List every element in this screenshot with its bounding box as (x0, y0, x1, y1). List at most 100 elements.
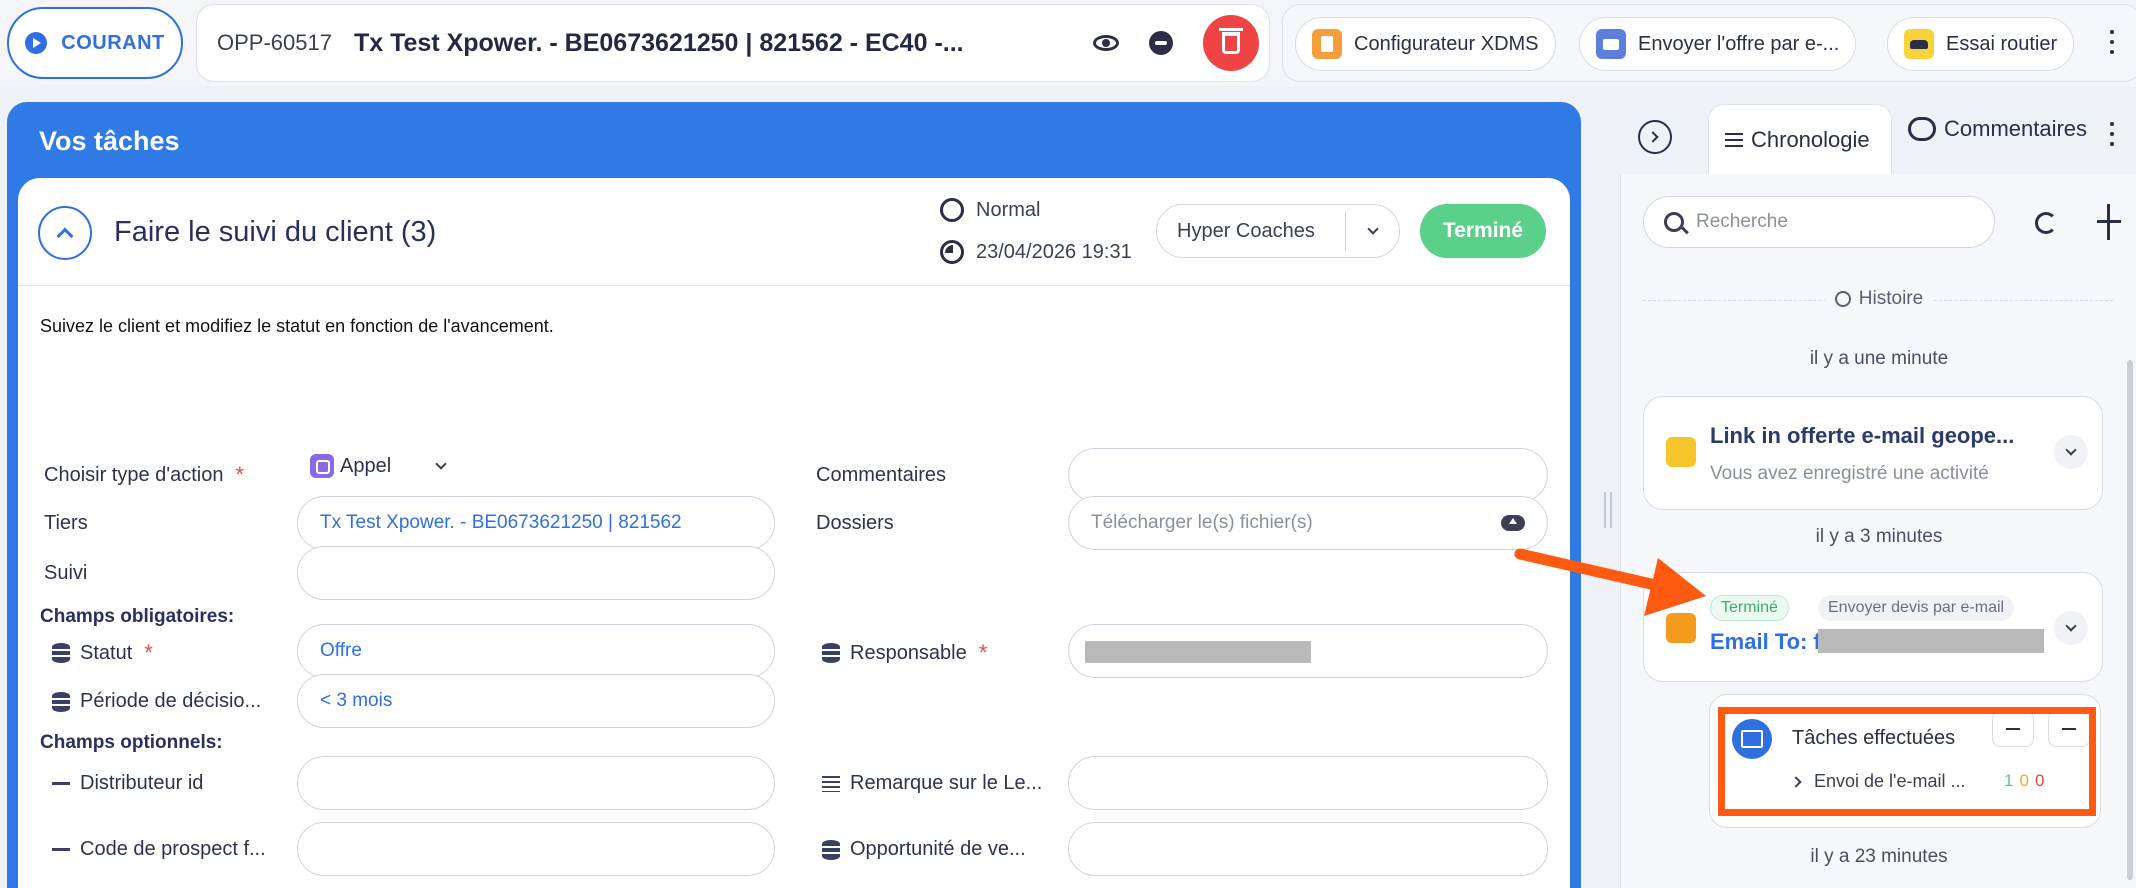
required-section-title: Champs obligatoires: (40, 606, 235, 627)
due-date: 23/04/2026 19:31 (940, 240, 1132, 264)
opportunite-label: Opportunité de ve... (822, 838, 1026, 861)
chevron-right-icon (1647, 131, 1659, 143)
database-icon (822, 643, 840, 663)
action-type-select[interactable]: Appel (310, 454, 447, 478)
trash-icon (1219, 28, 1243, 54)
minus-circle-icon[interactable] (1149, 31, 1173, 55)
email-to: Email To: f (1710, 629, 1821, 654)
assignee-dropdown[interactable] (1346, 223, 1399, 235)
scrollbar[interactable] (2127, 360, 2133, 880)
top-bar: COURANT OPP-60517 Tx Test Xpower. - BE06… (0, 0, 2136, 86)
tab-chronologie-label: Chronologie (1751, 126, 1870, 152)
tiers-field[interactable]: Tx Test Xpower. - BE0673621250 | 821562 (297, 496, 775, 550)
required-marker: * (144, 640, 153, 665)
opportunite-label-text: Opportunité de ve... (850, 838, 1026, 860)
tiers-label: Tiers (44, 512, 88, 534)
circle-icon (940, 198, 964, 222)
eye-icon[interactable] (1093, 35, 1119, 51)
statut-label: Statut * (52, 640, 153, 666)
code-prospect-label-text: Code de prospect f... (80, 838, 266, 860)
toolbar: Configurateur XDMS Envoyer l'offre par e… (1282, 4, 2136, 82)
action-type-label-text: Choisir type d'action (44, 463, 224, 486)
responsable-field[interactable] (1068, 624, 1548, 678)
assignee-select[interactable]: Hyper Coaches (1156, 204, 1400, 258)
test-drive-label: Essai routier (1946, 32, 2058, 55)
test-drive-button[interactable]: Essai routier (1887, 17, 2075, 71)
chevron-down-icon (1366, 223, 1379, 235)
suivi-label: Suivi (44, 562, 88, 584)
collapse-panel-button[interactable] (1638, 120, 1672, 154)
comments-field[interactable] (1068, 448, 1548, 502)
responsable-label: Responsable * (822, 640, 987, 666)
chevron-up-icon (56, 227, 74, 245)
timeline-search[interactable]: Recherche (1643, 196, 1995, 248)
send-offer-button[interactable]: Envoyer l'offre par e-... (1579, 17, 1857, 71)
expand-entry-button[interactable] (2054, 611, 2088, 645)
timeline-entry[interactable]: Link in offerte e-mail geope... Vous ave… (1643, 396, 2103, 510)
action-type-value: Appel (340, 454, 392, 477)
tab-commentaires[interactable]: Commentaires (1908, 116, 2088, 142)
expand-entry-button[interactable] (2054, 435, 2088, 469)
mail-icon (1596, 29, 1626, 59)
comments-label: Commentaires (816, 464, 947, 486)
task-description: Suivez le client et modifiez le statut e… (40, 316, 554, 336)
panel-resize-handle[interactable] (1604, 492, 1612, 528)
distributeur-field[interactable] (297, 756, 775, 810)
configurator-button[interactable]: Configurateur XDMS (1295, 17, 1556, 71)
dash-icon (52, 782, 70, 785)
history-label: Histoire (1621, 288, 2136, 310)
expand-collapse-icon[interactable] (2097, 204, 2121, 240)
more-menu-icon[interactable] (2110, 30, 2114, 54)
chevron-down-icon (2065, 444, 2077, 456)
tasks-panel: Vos tâches Faire le suivi du client (3) … (7, 102, 1581, 888)
search-placeholder: Recherche (1696, 211, 1788, 232)
tasks-panel-title: Vos tâches (39, 126, 180, 156)
database-icon (52, 691, 70, 712)
clock-icon (940, 240, 964, 264)
configurator-label: Configurateur XDMS (1354, 32, 1539, 55)
dossiers-label: Dossiers (816, 512, 894, 534)
required-marker: * (978, 640, 988, 665)
checklist-icon (1725, 132, 1743, 147)
status-button[interactable]: COURANT (7, 7, 183, 79)
dossiers-upload[interactable]: Télécharger le(s) fichier(s) (1068, 496, 1548, 550)
suivi-field[interactable] (297, 546, 775, 600)
timestamp: il y a une minute (1809, 348, 1949, 369)
cloud-upload-icon[interactable] (1501, 515, 1525, 531)
entry-title: Link in offerte e-mail geope... (1710, 423, 2015, 448)
tab-chronologie[interactable]: Chronologie (1708, 104, 1892, 174)
collapse-button[interactable] (38, 206, 92, 260)
entry-subtitle: Vous avez enregistré une activité (1710, 463, 1989, 484)
play-icon (25, 32, 48, 54)
document-icon (1312, 29, 1342, 59)
opportunity-id: OPP-60517 (217, 30, 332, 55)
delete-button[interactable] (1203, 15, 1259, 71)
optional-section-title: Champs optionnels: (40, 732, 223, 753)
opportunity-header: OPP-60517 Tx Test Xpower. - BE0673621250… (196, 4, 1270, 82)
opportunite-field[interactable] (1068, 822, 1548, 876)
refresh-icon[interactable] (2035, 212, 2057, 234)
database-icon (822, 839, 840, 860)
remarque-field[interactable] (1068, 756, 1548, 810)
periode-label-text: Période de décisio... (80, 690, 262, 712)
remarque-label: Remarque sur le Le... (822, 772, 1042, 795)
text-lines-icon (822, 775, 840, 792)
statut-field[interactable]: Offre (297, 624, 775, 678)
history-label-text: Histoire (1858, 288, 1924, 309)
responsable-label-text: Responsable (850, 641, 967, 664)
pointer-icon (1666, 437, 1696, 467)
car-icon (1904, 29, 1934, 59)
status-badge: Terminé (1710, 595, 1789, 621)
task-header: Faire le suivi du client (3) Normal 23/0… (18, 178, 1570, 286)
comment-icon (1908, 117, 1936, 141)
panel-more-icon[interactable] (2110, 122, 2114, 146)
done-button[interactable]: Terminé (1420, 204, 1546, 258)
code-prospect-field[interactable] (297, 822, 775, 876)
distributeur-label: Distributeur id (52, 772, 203, 795)
periode-field[interactable]: < 3 mois (297, 674, 775, 728)
periode-label: Période de décisio... (52, 690, 261, 713)
dossiers-placeholder: Télécharger le(s) fichier(s) (1091, 512, 1313, 533)
remarque-label-text: Remarque sur le Le... (850, 772, 1043, 794)
opportunity-title: Tx Test Xpower. - BE0673621250 | 821562 … (353, 28, 964, 57)
type-badge: Envoyer devis par e-mail (1818, 595, 2015, 621)
